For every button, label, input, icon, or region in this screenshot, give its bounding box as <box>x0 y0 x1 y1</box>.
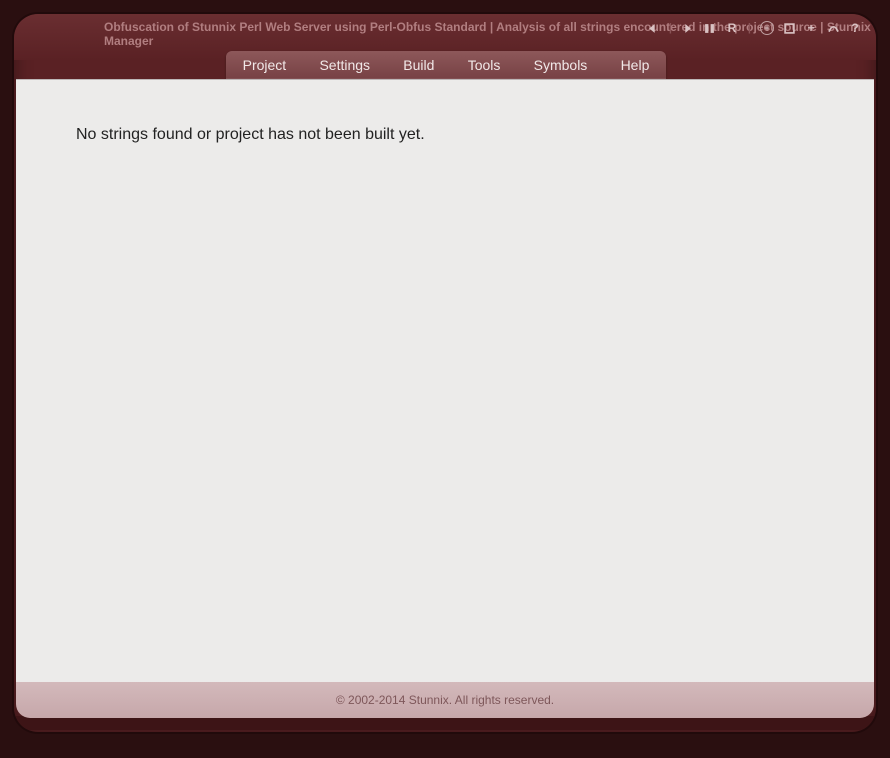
window-toolbar: | R | + + ? <box>646 21 862 35</box>
separator: | <box>747 21 752 35</box>
help-icon[interactable]: ? <box>848 21 862 35</box>
app-window: Obfuscation of Stunnix Perl Web Server u… <box>14 14 876 732</box>
nav-help[interactable]: Help <box>613 53 658 77</box>
forward-icon[interactable] <box>681 21 695 35</box>
settings-icon[interactable] <box>826 21 840 35</box>
expand-icon[interactable] <box>782 21 796 35</box>
copyright-text: © 2002-2014 Stunnix. All rights reserved… <box>336 693 554 707</box>
add-icon[interactable]: + <box>760 21 774 35</box>
footer-shadow <box>16 716 874 730</box>
separator: | <box>668 21 673 35</box>
footer-bar: © 2002-2014 Stunnix. All rights reserved… <box>16 682 874 718</box>
nav-build[interactable]: Build <box>395 53 442 77</box>
nav-project[interactable]: Project <box>235 53 295 77</box>
content-area: No strings found or project has not been… <box>16 79 874 682</box>
pause-icon[interactable] <box>703 21 717 35</box>
reload-button[interactable]: R <box>725 21 739 35</box>
empty-state-message: No strings found or project has not been… <box>76 126 425 144</box>
nav-settings[interactable]: Settings <box>311 53 378 77</box>
nav-tools[interactable]: Tools <box>460 53 509 77</box>
main-nav: Project Settings Build Tools Symbols Hel… <box>226 51 666 79</box>
back-icon[interactable] <box>646 21 660 35</box>
breadcrumb-line-2: Manager <box>104 34 862 48</box>
nav-symbols[interactable]: Symbols <box>526 53 596 77</box>
plus-icon[interactable]: + <box>804 21 818 35</box>
